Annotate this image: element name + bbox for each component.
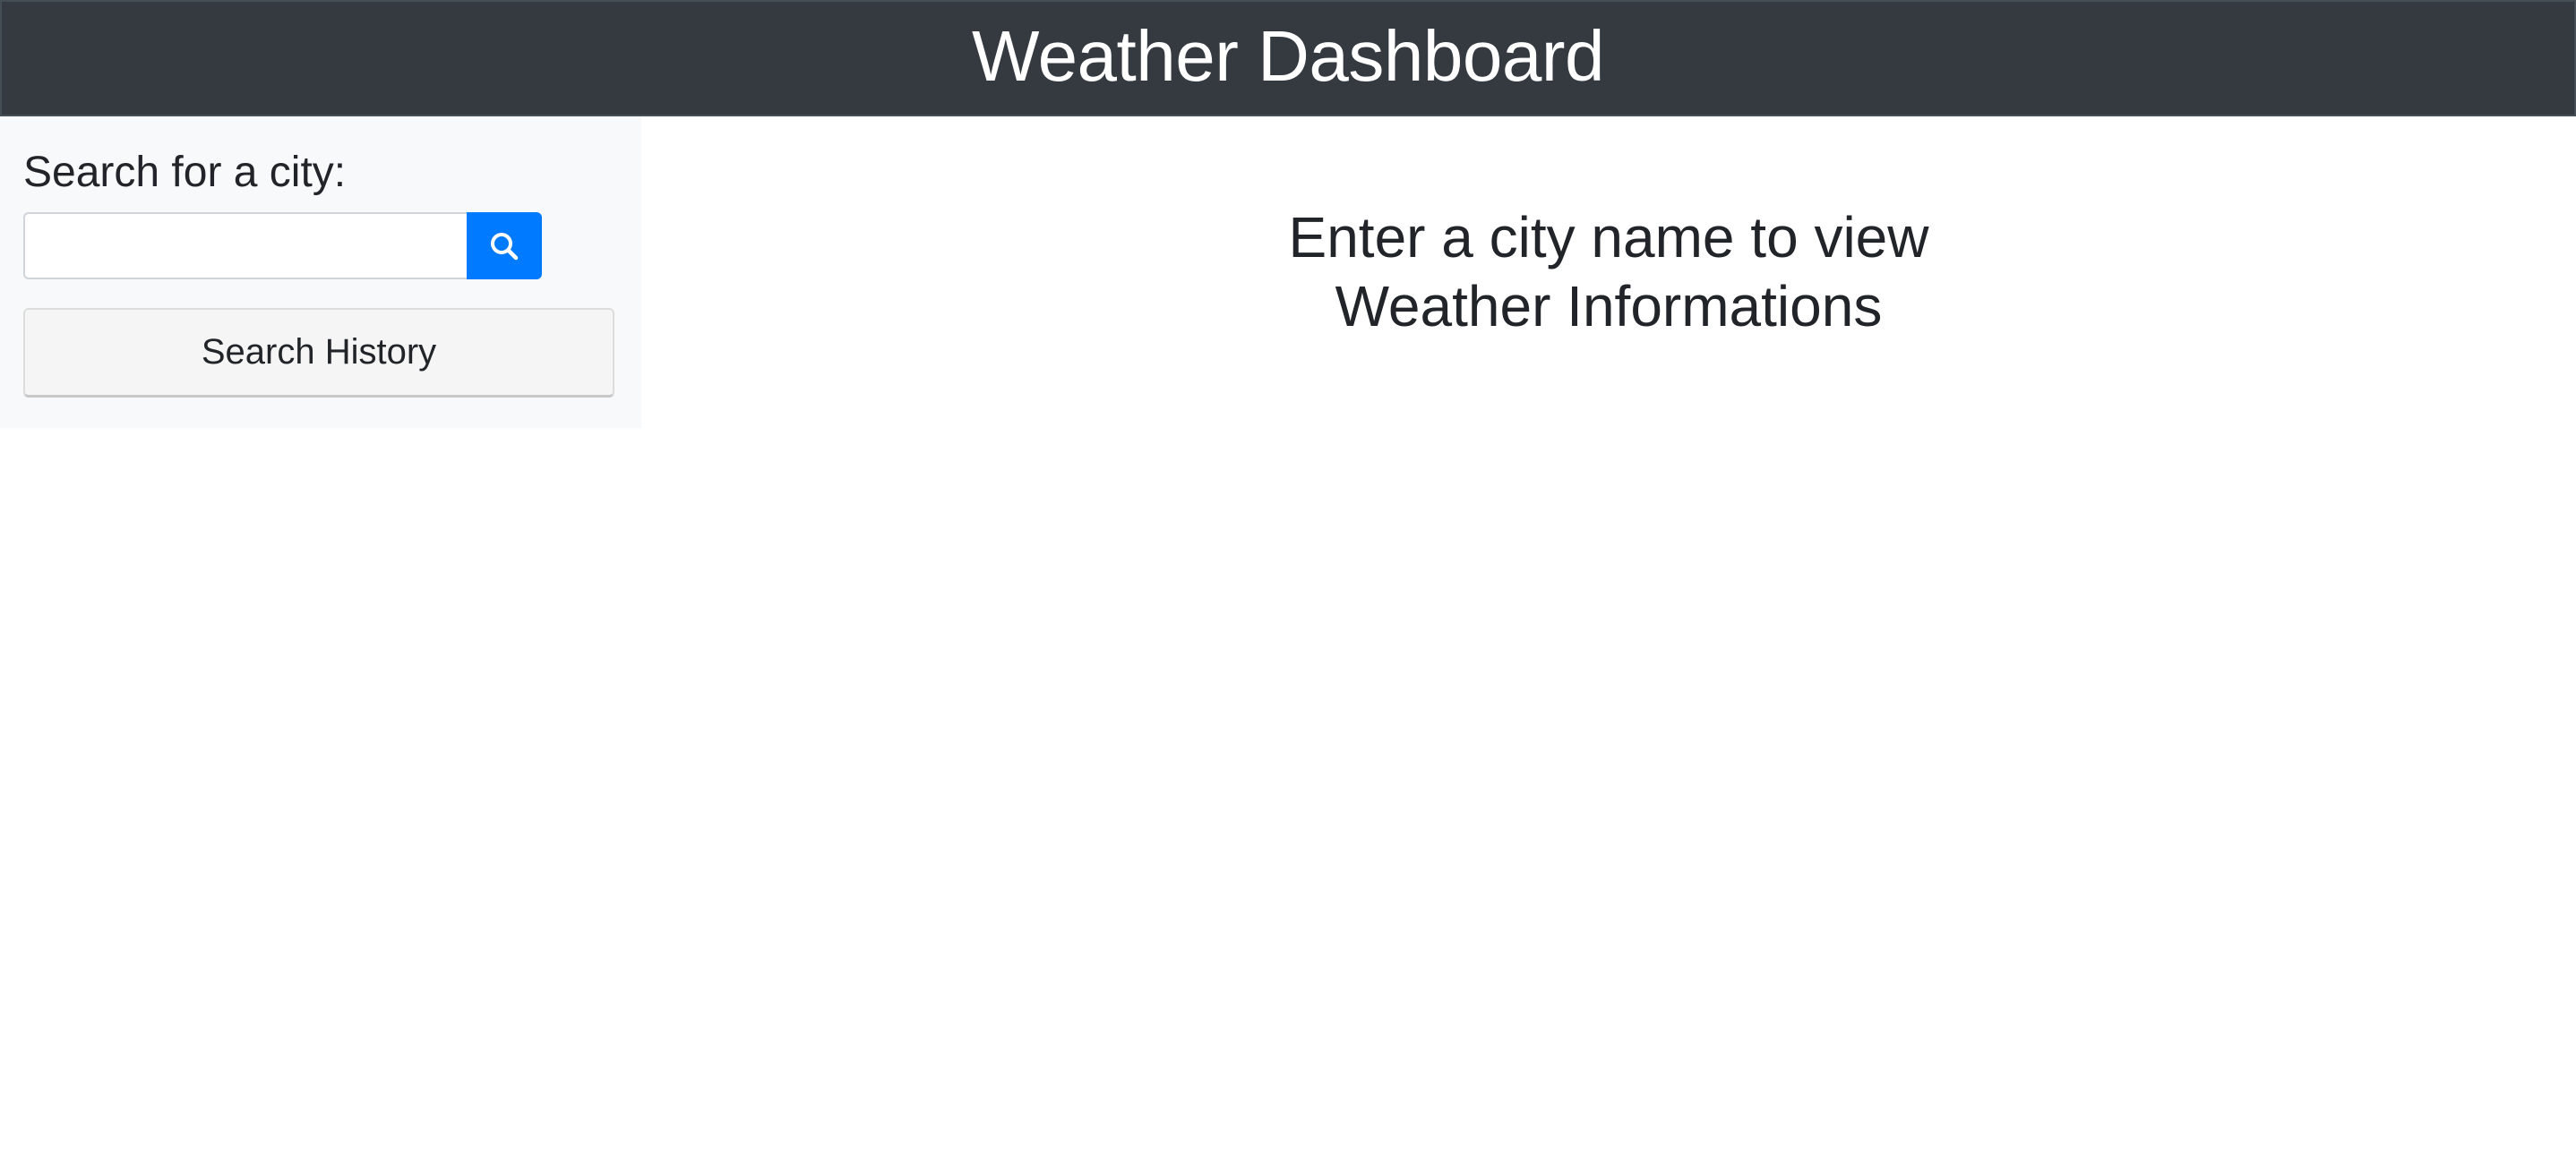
search-label: Search for a city: — [23, 149, 347, 196]
main-content: Enter a city name to view Weather Inform… — [641, 116, 2576, 1155]
search-row — [23, 212, 542, 279]
empty-state-line-2: Weather Informations — [1335, 273, 1883, 338]
page-title: Weather Dashboard — [972, 16, 1605, 96]
city-search-input[interactable] — [23, 212, 467, 279]
sidebar: Search for a city: Search History — [0, 116, 641, 428]
search-button[interactable] — [467, 212, 542, 279]
search-history-button[interactable]: Search History — [23, 308, 614, 398]
search-icon — [491, 232, 519, 260]
empty-state-line-1: Enter a city name to view — [1288, 205, 1929, 270]
app-header: Weather Dashboard — [0, 0, 2576, 116]
empty-state-message: Enter a city name to view Weather Inform… — [641, 203, 2576, 341]
